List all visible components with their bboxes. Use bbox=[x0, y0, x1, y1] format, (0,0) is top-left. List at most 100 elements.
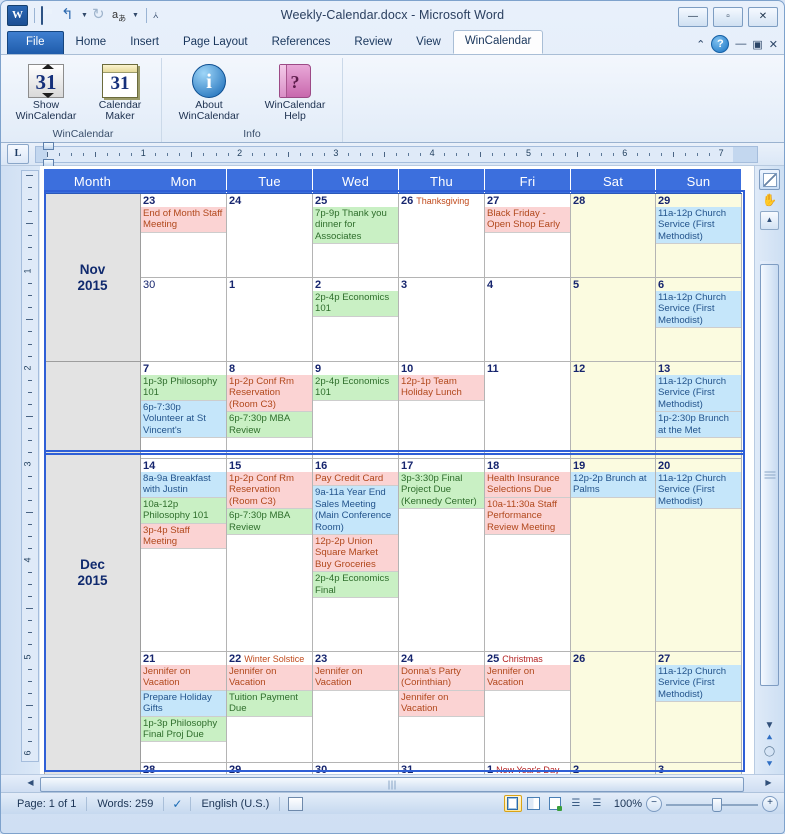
calendar-day-cell[interactable]: 24 bbox=[226, 193, 313, 278]
zoom-controls[interactable]: 100% − + bbox=[614, 795, 778, 812]
calendar-event[interactable]: Health Insurance Selections Due bbox=[485, 472, 570, 498]
calendar-day-cell[interactable]: 8 1p-2p Conf Rm Reservation (Room C3) 6p-7… bbox=[226, 361, 313, 459]
scroll-left-button[interactable]: ◀ bbox=[23, 777, 38, 790]
pan-hand-icon[interactable]: ✋ bbox=[760, 192, 779, 209]
calendar-day-cell[interactable]: 19 12p-2p Brunch at Palms bbox=[570, 458, 656, 652]
tab-wincalendar[interactable]: WinCalendar bbox=[452, 30, 544, 54]
calendar-event[interactable]: 8a-9a Breakfast with Justin bbox=[141, 472, 226, 498]
minimize-button[interactable]: — bbox=[678, 7, 708, 27]
calendar-event[interactable]: 1p-3p Philosophy 101 bbox=[141, 375, 226, 401]
calendar-day-cell[interactable]: 25 Christmas Jennifer on Vacation bbox=[484, 651, 571, 763]
calendar-day-cell[interactable]: 16 Pay Credit Card 9a-11a Year End Sales M… bbox=[312, 458, 399, 652]
web-layout-icon[interactable] bbox=[546, 795, 564, 812]
calendar-event[interactable]: 3p-3:30p Final Project Due (Kennedy Cent… bbox=[399, 472, 484, 510]
calendar-day-cell[interactable]: 9 2p-4p Economics 101 bbox=[312, 361, 399, 459]
tab-references[interactable]: References bbox=[260, 31, 343, 54]
close-window-icon[interactable]: ✕ bbox=[769, 38, 778, 51]
calendar-event[interactable]: Pay Credit Card bbox=[313, 472, 398, 487]
calendar-day-cell[interactable]: 5 bbox=[570, 277, 656, 362]
calendar-day-cell[interactable]: 1 bbox=[226, 277, 313, 362]
horizontal-ruler[interactable]: 1 2 3 4 5 6 7 bbox=[35, 141, 758, 167]
proofing-status-icon[interactable]: ✓ bbox=[164, 796, 192, 811]
calendar-event[interactable]: 6p-7:30p MBA Review bbox=[227, 509, 312, 536]
calendar-day-cell[interactable]: 12 bbox=[570, 361, 656, 459]
calendar-day-cell[interactable]: 20 11a-12p Church Service (First Methodis… bbox=[655, 458, 742, 652]
calendar-day-cell[interactable]: 28 bbox=[570, 193, 656, 278]
calendar-event[interactable]: 11a-12p Church Service (First Methodist) bbox=[656, 665, 741, 703]
calendar-day-cell[interactable]: 30 bbox=[140, 277, 227, 362]
calendar-day-cell[interactable]: 21 Jennifer on Vacation Prepare Holiday Gi… bbox=[140, 651, 227, 763]
zoom-in-button[interactable]: + bbox=[762, 795, 778, 812]
calendar-day-cell[interactable]: 11 bbox=[484, 361, 571, 459]
print-layout-icon[interactable] bbox=[503, 795, 522, 812]
calendar-event[interactable]: 1p-2:30p Brunch at the Met bbox=[656, 412, 741, 439]
calendar-event[interactable]: 7p-9p Thank you dinner for Associates bbox=[313, 207, 398, 245]
page-indicator[interactable]: Page: 1 of 1 bbox=[7, 796, 88, 811]
tab-page-layout[interactable]: Page Layout bbox=[171, 31, 260, 54]
calendar-day-cell[interactable]: 4 bbox=[484, 277, 571, 362]
calendar-day-cell[interactable]: 25 7p-9p Thank you dinner for Associates bbox=[312, 193, 399, 278]
calendar-day-cell[interactable]: 7 1p-3p Philosophy 101 6p-7:30p Volunteer … bbox=[140, 361, 227, 459]
calendar-day-cell[interactable]: 30 bbox=[312, 762, 399, 774]
calendar-event[interactable]: 1p-3p Philosophy Final Proj Due bbox=[141, 716, 226, 743]
calendar-event[interactable]: 6p-7:30p MBA Review bbox=[227, 412, 312, 439]
hscroll-thumb[interactable] bbox=[40, 777, 744, 792]
calendar-event[interactable]: Jennifer on Vacation bbox=[399, 690, 484, 717]
calendar-event[interactable]: Jennifer on Vacation bbox=[227, 665, 312, 691]
select-browse-object-icon[interactable] bbox=[759, 169, 780, 190]
calendar-day-cell[interactable]: 1 New Year's Day bbox=[484, 762, 571, 774]
calendar-event[interactable]: 2p-4p Economics 101 bbox=[313, 375, 398, 401]
zoom-slider-handle[interactable] bbox=[712, 797, 722, 812]
calendar-day-cell[interactable]: 3 bbox=[398, 277, 485, 362]
calendar-day-cell[interactable]: 2 bbox=[570, 762, 656, 774]
scroll-up-button[interactable]: ▲ bbox=[760, 211, 779, 230]
calendar-day-cell[interactable]: 18 Health Insurance Selections Due 10a-11:… bbox=[484, 458, 571, 652]
scroll-down-button[interactable]: ▼ bbox=[755, 720, 784, 731]
calendar-maker-button[interactable]: 31 Calendar Maker bbox=[85, 61, 155, 125]
calendar-event[interactable]: Donna's Party (Corinthian) bbox=[399, 665, 484, 691]
calendar-event[interactable]: 9a-11a Year End Sales Meeting (Main Conf… bbox=[313, 486, 398, 536]
scroll-thumb[interactable] bbox=[760, 264, 779, 686]
horizontal-scrollbar[interactable]: ◀ ▶ bbox=[1, 774, 784, 792]
about-wincalendar-button[interactable]: i About WinCalendar bbox=[168, 61, 250, 125]
close-button[interactable]: ✕ bbox=[748, 7, 778, 27]
calendar-day-cell[interactable]: 15 1p-2p Conf Rm Reservation (Room C3) 6p-… bbox=[226, 458, 313, 652]
outline-icon[interactable]: ☰ bbox=[567, 795, 585, 812]
calendar-day-cell[interactable]: 26 Thanksgiving bbox=[398, 193, 485, 278]
show-wincalendar-button[interactable]: 31 Show WinCalendar bbox=[11, 61, 81, 125]
tab-home[interactable]: Home bbox=[64, 31, 119, 54]
view-buttons[interactable]: ☰ ☰ bbox=[503, 795, 606, 812]
calendar-day-cell[interactable]: 24 Donna's Party (Corinthian) Jennifer on … bbox=[398, 651, 485, 763]
document-page[interactable]: Month Mon Tue Wed Thu Fri Sat Sun Nov 201… bbox=[40, 166, 755, 774]
calendar-day-cell[interactable]: 13 11a-12p Church Service (First Methodis… bbox=[655, 361, 742, 459]
vertical-scrollbar[interactable]: ✋ ▲ ▼ ⯅ ◯ ⯆ bbox=[754, 166, 784, 774]
calendar-event[interactable]: Prepare Holiday Gifts bbox=[141, 690, 226, 717]
calendar-event[interactable]: 11a-12p Church Service (First Methodist) bbox=[656, 207, 741, 245]
next-page-icon[interactable]: ⯆ bbox=[755, 759, 784, 770]
tab-view[interactable]: View bbox=[404, 31, 453, 54]
calendar-day-cell[interactable]: 22 Winter Solstice Jennifer on Vacation Tui… bbox=[226, 651, 313, 763]
calendar-event[interactable]: 12p-2p Brunch at Palms bbox=[571, 472, 655, 498]
calendar-event[interactable]: End of Month Staff Meeting bbox=[141, 207, 226, 233]
calendar-day-cell[interactable]: 26 bbox=[570, 651, 656, 763]
help-icon[interactable]: ? bbox=[711, 35, 730, 53]
calendar-event[interactable]: 11a-12p Church Service (First Methodist) bbox=[656, 291, 741, 329]
calendar-event[interactable]: 2p-4p Economics Final bbox=[313, 572, 398, 599]
calendar-event[interactable]: Jennifer on Vacation bbox=[485, 665, 570, 691]
calendar-event[interactable]: Black Friday - Open Shop Early bbox=[485, 207, 570, 233]
scroll-right-button[interactable]: ▶ bbox=[761, 777, 776, 790]
calendar-day-cell[interactable]: 23 Jennifer on Vacation bbox=[312, 651, 399, 763]
calendar-event[interactable]: 1p-2p Conf Rm Reservation (Room C3) bbox=[227, 375, 312, 413]
calendar-event[interactable]: Jennifer on Vacation bbox=[313, 665, 398, 691]
calendar-event[interactable]: 10a-11:30a Staff Performance Review Meet… bbox=[485, 497, 570, 536]
vertical-ruler[interactable]: 1 2 3 4 5 6 bbox=[21, 170, 39, 762]
calendar-day-cell[interactable]: 28 bbox=[140, 762, 227, 774]
calendar-event[interactable]: 10a-12p Philosophy 101 bbox=[141, 497, 226, 524]
calendar-day-cell[interactable]: 27 Black Friday - Open Shop Early bbox=[484, 193, 571, 278]
calendar-day-cell[interactable]: 29 bbox=[226, 762, 313, 774]
calendar-day-cell[interactable]: 10 12p-1p Team Holiday Lunch bbox=[398, 361, 485, 459]
calendar-event[interactable]: 1p-2p Conf Rm Reservation (Room C3) bbox=[227, 472, 312, 510]
calendar-event[interactable]: 11a-12p Church Service (First Methodist) bbox=[656, 375, 741, 413]
wincalendar-help-button[interactable]: ? WinCalendar Help bbox=[254, 61, 336, 125]
calendar-event[interactable]: Jennifer on Vacation bbox=[141, 665, 226, 691]
